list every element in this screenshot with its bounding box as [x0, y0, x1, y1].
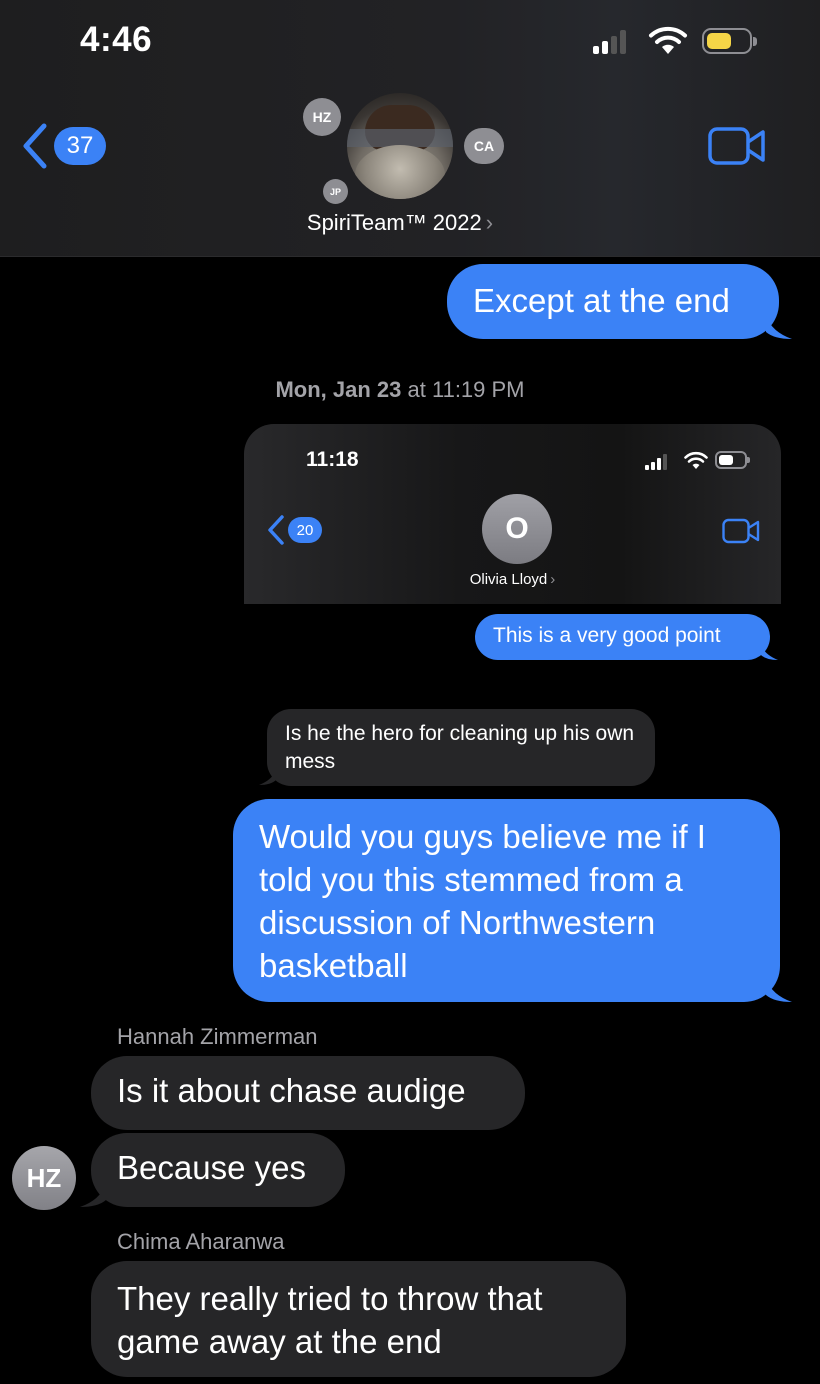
attachment-wifi-icon — [684, 451, 708, 469]
attachment-battery-icon — [715, 451, 750, 469]
message-text: Is he the hero for cleaning up his own m… — [285, 722, 635, 773]
wifi-icon — [649, 26, 687, 54]
sender-avatar-hz[interactable]: HZ — [12, 1146, 76, 1210]
message-timestamp: Mon, Jan 23 at 11:19 PM — [0, 377, 800, 403]
outgoing-message[interactable]: This is a very good point — [475, 614, 770, 660]
message-text: Because yes — [117, 1149, 306, 1186]
group-name-button[interactable]: SpiriTeam™ 2022 › — [0, 210, 800, 236]
conversation-header: 4:46 37 HZ CA JP SpiriTeam™ 2022 › — [0, 0, 820, 257]
group-avatar[interactable] — [347, 93, 453, 199]
member-avatar-jp: JP — [323, 179, 348, 204]
message-text: They really tried to throw that game awa… — [117, 1280, 543, 1360]
status-time: 4:46 — [80, 20, 153, 59]
bubble-tail — [761, 645, 778, 660]
member-avatar-ca: CA — [464, 128, 504, 164]
screenshot-attachment[interactable]: 11:18 20 O Olivia Lloyd › — [244, 424, 781, 604]
back-button[interactable]: 37 — [20, 122, 106, 170]
message-text: Except at the end — [473, 282, 730, 319]
message-text: This is a very good point — [493, 624, 721, 647]
bubble-tail — [259, 770, 276, 785]
chevron-left-icon — [23, 123, 47, 169]
outgoing-message[interactable]: Would you guys believe me if I told you … — [233, 799, 780, 1002]
cellular-signal-icon — [593, 30, 633, 54]
attachment-unread-badge: 20 — [288, 517, 322, 543]
group-name: SpiriTeam™ 2022 — [306, 210, 482, 235]
attachment-contact-avatar: O — [482, 494, 552, 564]
member-avatar-hz: HZ — [303, 98, 341, 136]
bubble-tail — [766, 979, 792, 1002]
attachment-chevron-left-icon — [268, 515, 284, 545]
attachment-contact-name: Olivia Lloyd — [469, 571, 548, 588]
video-call-icon[interactable] — [708, 126, 766, 166]
attachment-chevron-right-icon: › — [550, 571, 556, 588]
message-text: Is it about chase audige — [117, 1072, 466, 1109]
incoming-message[interactable]: They really tried to throw that game awa… — [91, 1261, 626, 1377]
timestamp-time: at 11:19 PM — [407, 377, 525, 402]
battery-icon — [702, 28, 757, 54]
incoming-message[interactable]: Is it about chase audige — [91, 1056, 525, 1130]
sender-name: Chima Aharanwa — [117, 1229, 285, 1254]
outgoing-message[interactable]: Except at the end — [447, 264, 779, 339]
bubble-tail — [766, 316, 792, 339]
attachment-back-button: 20 — [266, 514, 322, 546]
attachment-contact-name-row: Olivia Lloyd › — [244, 571, 781, 588]
incoming-message[interactable]: Because yes — [91, 1133, 345, 1207]
attachment-status-time: 11:18 — [306, 448, 359, 471]
timestamp-day: Mon, Jan 23 — [275, 377, 402, 402]
message-text: Would you guys believe me if I told you … — [259, 818, 706, 984]
bubble-tail — [80, 1184, 106, 1207]
attachment-video-icon — [722, 518, 760, 544]
attachment-signal-icon — [645, 454, 673, 470]
incoming-message[interactable]: Is he the hero for cleaning up his own m… — [267, 709, 655, 786]
sender-name: Hannah Zimmerman — [117, 1024, 318, 1049]
chevron-right-icon: › — [485, 210, 494, 235]
unread-count-badge: 37 — [54, 127, 106, 165]
